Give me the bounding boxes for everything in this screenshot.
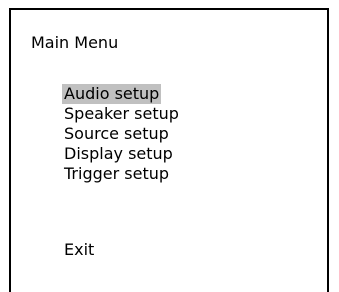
main-menu-panel: Main Menu Audio setup Speaker setup Sour… [9,8,329,292]
menu-item-exit[interactable]: Exit [64,240,94,260]
menu-item-label[interactable]: Trigger setup [62,164,171,183]
menu-item-label[interactable]: Display setup [62,144,175,163]
menu-item-audio-setup[interactable]: Audio setup [62,84,181,104]
menu-item-label[interactable]: Audio setup [62,84,162,104]
menu-list: Audio setup Speaker setup Source setup D… [62,84,181,184]
menu-item-display-setup[interactable]: Display setup [62,144,181,164]
menu-item-label[interactable]: Speaker setup [62,104,181,123]
menu-title: Main Menu [31,33,119,52]
menu-item-source-setup[interactable]: Source setup [62,124,181,144]
menu-item-speaker-setup[interactable]: Speaker setup [62,104,181,124]
menu-item-trigger-setup[interactable]: Trigger setup [62,164,181,184]
menu-item-label[interactable]: Source setup [62,124,171,143]
